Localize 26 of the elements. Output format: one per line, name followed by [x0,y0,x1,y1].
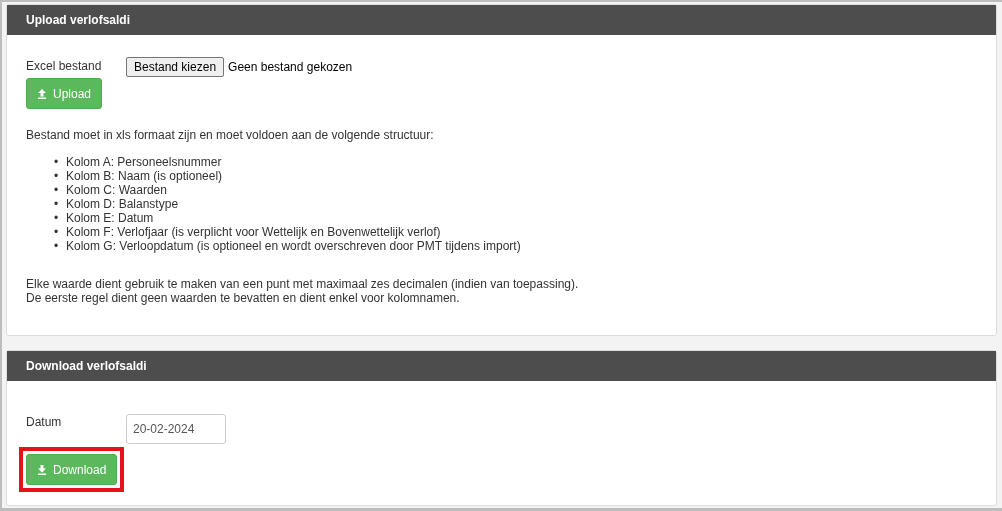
download-icon [37,464,47,475]
upload-icon [37,88,47,99]
note-text: De eerste regel dient geen waarden te bevatten en dient enkel voor kolomnamen. [26,291,461,305]
column-item: Kolom B: Naam (is optioneel) [66,169,223,183]
bullet-mark: • [54,239,60,253]
column-item: Kolom D: Balanstype [66,197,179,211]
panel-title: Upload verlofsaldi [26,13,131,27]
bullet-mark: • [54,169,60,183]
instructions-text: Bestand moet in xls formaat zijn en moet voldoen aan de volgende structuur: [26,128,435,142]
column-item: Kolom C: Waarden [66,183,167,197]
column-item: Kolom F: Verlofjaar (is verplicht voor Wettelijk en Bovenwettelijk verlof) [66,225,441,239]
field-label: Excel bestand [26,58,103,73]
bullet-mark: • [54,197,60,211]
bullet-mark: • [54,225,60,239]
column-item: Kolom G: Verloopdatum (is optioneel en wordt overschreven door PMT tijdens import) [66,239,521,253]
column-item: Kolom E: Datum [66,211,154,225]
bullet-mark: • [54,211,60,225]
bullet-mark: • [54,155,60,169]
date-field[interactable]: 20-02-2024 [126,414,226,444]
field-label: Datum [26,414,63,429]
note-text: Elke waarde dient gebruik te maken van een punt met maximaal zes decimalen (indien van toepassing). [26,277,580,291]
choose-file-button[interactable]: Bestand kiezen [126,57,225,77]
column-item: Kolom A: Personeelsnummer [66,155,222,169]
panel-title: Download verlofsaldi [26,359,147,373]
file-status: Geen bestand gekozen [228,59,353,76]
bullet-mark: • [54,183,60,197]
